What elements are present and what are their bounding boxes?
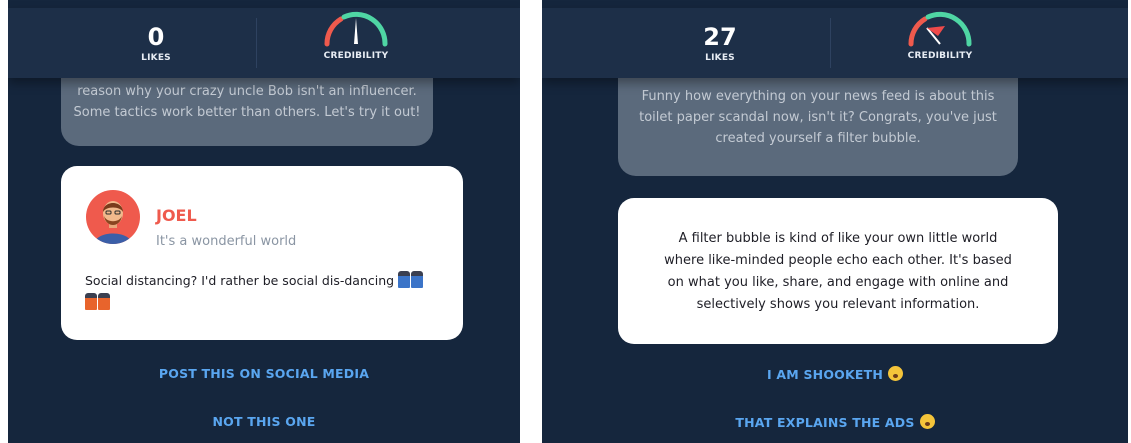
dancer-orange-icon	[98, 293, 110, 310]
avatar	[86, 190, 140, 244]
credibility-label: CREDIBILITY	[907, 51, 973, 61]
info-line: selectively shows you relevant informati…	[696, 297, 980, 312]
stats-bar: 0 LIKES CREDIBILITY	[8, 8, 520, 78]
post-text: Social distancing? I'd rather be social …	[85, 273, 395, 288]
post-body: Social distancing? I'd rather be social …	[85, 270, 445, 314]
info-line: where like-minded people echo each other…	[664, 253, 1012, 268]
not-this-one-button[interactable]: NOT THIS ONE	[8, 414, 520, 429]
likes-label: LIKES	[705, 52, 735, 63]
credibility-meter: CREDIBILITY	[291, 10, 421, 78]
gauge-needle-icon	[324, 11, 388, 47]
previous-message-line: Funny how everything on your news feed i…	[641, 89, 995, 104]
flushed-face-icon	[919, 414, 935, 429]
likes-count: 0	[147, 22, 165, 51]
info-line: A filter bubble is kind of like your own…	[678, 231, 998, 246]
info-line: on what you like, share, and engage with…	[667, 275, 1009, 290]
i-am-shooketh-button[interactable]: I AM SHOOKETH	[542, 366, 1128, 382]
likes-counter: 27 LIKES	[650, 8, 790, 78]
stats-divider	[256, 18, 257, 68]
that-explains-the-ads-button[interactable]: THAT EXPLAINS THE ADS	[542, 414, 1128, 430]
likes-label: LIKES	[141, 52, 171, 63]
previous-message-line: created yourself a filter bubble.	[715, 131, 921, 146]
previous-message-line: reason why your crazy uncle Bob isn't an…	[77, 84, 417, 99]
likes-counter: 0 LIKES	[86, 8, 226, 78]
avatar-person-icon	[94, 201, 132, 244]
previous-message-line: Some tactics work better than others. Le…	[73, 105, 421, 120]
dancer-blue-icon	[411, 271, 424, 288]
right-screen: 27 LIKES CREDIBILITY Funny how everythin…	[542, 0, 1128, 443]
shocked-face-icon	[888, 366, 903, 381]
stats-bar: 27 LIKES CREDIBILITY	[542, 8, 1128, 78]
gauge-flag-icon	[908, 11, 972, 47]
post-card: JOEL It's a wonderful world Social dista…	[61, 166, 463, 340]
i-am-shooketh-label: I AM SHOOKETH	[767, 367, 883, 382]
left-screen: 0 LIKES CREDIBILITY reason why your craz…	[8, 0, 520, 443]
dancer-orange-icon	[85, 293, 97, 310]
post-author-name: JOEL	[156, 206, 197, 225]
credibility-label: CREDIBILITY	[323, 51, 389, 61]
credibility-meter: CREDIBILITY	[875, 10, 1005, 78]
dancer-blue-icon	[398, 271, 411, 288]
info-text: A filter bubble is kind of like your own…	[642, 228, 1034, 316]
info-card: A filter bubble is kind of like your own…	[618, 198, 1058, 344]
post-author-subtitle: It's a wonderful world	[156, 234, 297, 249]
previous-message-line: toilet paper scandal now, isn't it? Cong…	[639, 110, 997, 125]
stats-divider	[830, 18, 831, 68]
likes-count: 27	[703, 22, 737, 51]
that-explains-the-ads-label: THAT EXPLAINS THE ADS	[735, 415, 915, 430]
post-on-social-media-button[interactable]: POST THIS ON SOCIAL MEDIA	[8, 366, 520, 381]
